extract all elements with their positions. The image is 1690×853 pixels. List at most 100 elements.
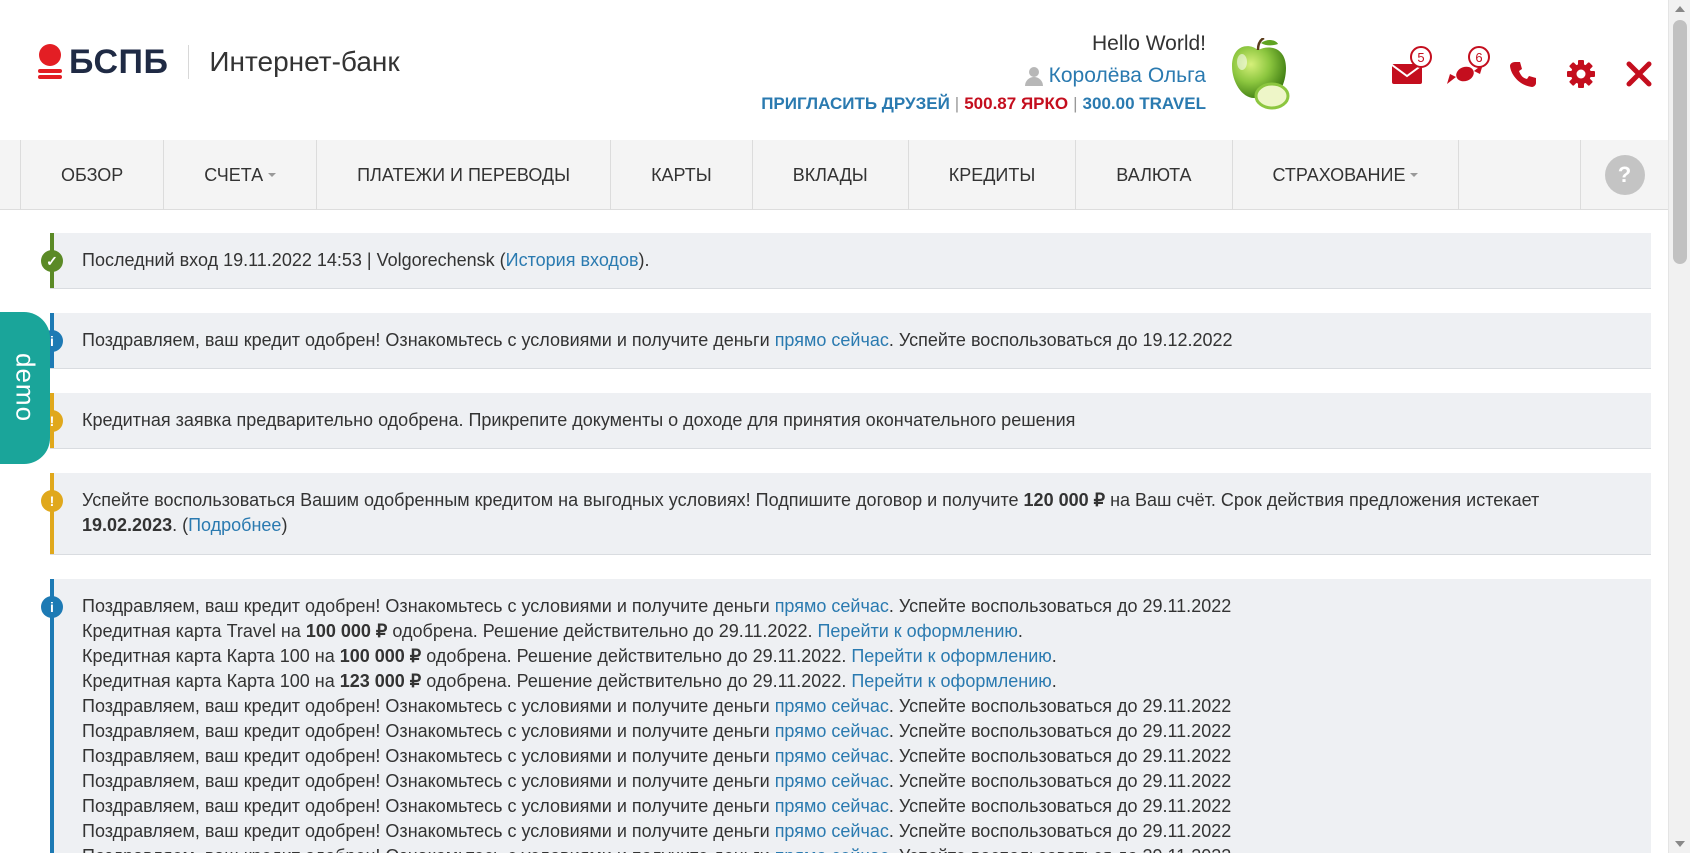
credit-offer-alert: ! Успейте воспользоваться Вашим одобренн… bbox=[41, 473, 1651, 555]
nav-item-cards[interactable]: КАРТЫ bbox=[610, 140, 752, 210]
caret-down-icon bbox=[1410, 173, 1419, 177]
help-button[interactable]: ? bbox=[1604, 155, 1645, 195]
nav-label: ПЛАТЕЖИ И ПЕРЕВОДЫ bbox=[357, 164, 571, 185]
main-nav: ОБЗОР СЧЕТА ПЛАТЕЖИ И ПЕРЕВОДЫ КАРТЫ ВКЛ… bbox=[0, 140, 1668, 210]
nav-item-overview[interactable]: ОБЗОР bbox=[20, 140, 163, 210]
card-amount: 100 000 ₽ bbox=[339, 646, 422, 666]
gear-icon bbox=[1567, 60, 1595, 88]
list-item: Поздравляем, ваш кредит одобрен! Ознаком… bbox=[82, 694, 1631, 719]
offers-button[interactable]: 6 bbox=[1436, 46, 1494, 96]
close-icon bbox=[1626, 61, 1652, 87]
page-scrollbar[interactable] bbox=[1668, 0, 1690, 853]
scroll-down-arrow-icon[interactable] bbox=[1675, 841, 1685, 847]
messages-button[interactable]: 5 bbox=[1378, 46, 1436, 96]
list-item: Кредитная карта Карта 100 на 123 000 ₽ о… bbox=[82, 669, 1631, 694]
yarko-balance-link[interactable]: 500.87 ЯРКО bbox=[964, 94, 1068, 113]
logo-mark-icon bbox=[38, 42, 62, 82]
card-amount: 123 000 ₽ bbox=[339, 671, 422, 691]
alert-text: . Успейте воспользоваться до 29.11.2022 bbox=[888, 771, 1232, 791]
nav-label: КАРТЫ bbox=[651, 164, 712, 185]
alert-text: Поздравляем, ваш кредит одобрен! Ознаком… bbox=[82, 796, 775, 816]
alert-text: на Ваш счёт. Срок действия предложения и… bbox=[1105, 490, 1540, 510]
alert-text: Поздравляем, ваш кредит одобрен! Ознаком… bbox=[82, 821, 775, 841]
nav-label: СТРАХОВАНИЕ bbox=[1272, 164, 1406, 185]
messages-badge: 5 bbox=[1410, 46, 1432, 68]
nav-label: ОБЗОР bbox=[61, 164, 124, 185]
card-amount: 100 000 ₽ bbox=[305, 621, 388, 641]
nav-item-credits[interactable]: КРЕДИТЫ bbox=[907, 140, 1076, 210]
alert-text: . Успейте воспользоваться до 29.11.2022 bbox=[888, 596, 1232, 616]
bank-logo[interactable]: БСПБ Интернет-банк bbox=[38, 42, 400, 82]
scrollbar-thumb[interactable] bbox=[1673, 20, 1687, 264]
get-money-now-link[interactable]: прямо сейчас bbox=[775, 796, 889, 816]
more-details-link[interactable]: Подробнее bbox=[188, 515, 281, 535]
get-money-now-link[interactable]: прямо сейчас bbox=[775, 721, 889, 741]
demo-label: demo bbox=[10, 353, 41, 423]
separator: | bbox=[1073, 94, 1078, 113]
warning-icon: ! bbox=[41, 490, 63, 512]
alert-text: . bbox=[1017, 621, 1023, 641]
nav-item-deposits[interactable]: ВКЛАДЫ bbox=[751, 140, 908, 210]
settings-button[interactable] bbox=[1552, 52, 1610, 96]
list-item: Поздравляем, ваш кредит одобрен! Ознаком… bbox=[82, 769, 1631, 794]
list-item: Поздравляем, ваш кредит одобрен! Ознаком… bbox=[82, 794, 1631, 819]
get-money-now-link[interactable]: прямо сейчас bbox=[775, 771, 889, 791]
alert-text: Кредитная карта Карта 100 на bbox=[82, 646, 340, 666]
get-money-now-link[interactable]: прямо сейчас bbox=[775, 821, 889, 841]
preapproved-alert: ! Кредитная заявка предварительно одобре… bbox=[41, 393, 1651, 449]
offers-list-alert: i Поздравляем, ваш кредит одобрен! Ознак… bbox=[41, 579, 1651, 853]
alert-text: . Успейте воспользоваться до 29.11.2022 bbox=[888, 821, 1232, 841]
travel-balance-link[interactable]: 300.00 TRAVEL bbox=[1083, 94, 1206, 113]
login-history-link[interactable]: История входов bbox=[506, 250, 639, 270]
alert-text: . Успейте воспользоваться до 29.11.2022 bbox=[888, 796, 1232, 816]
get-money-now-link[interactable]: прямо сейчас bbox=[775, 746, 889, 766]
greeting: Hello World! bbox=[1092, 32, 1206, 55]
get-money-now-link[interactable]: прямо сейчас bbox=[775, 846, 889, 853]
logo-subtitle: Интернет-банк bbox=[209, 46, 400, 77]
caret-down-icon bbox=[268, 173, 277, 177]
alert-text: Кредитная карта Travel на bbox=[82, 621, 306, 641]
logo-divider bbox=[188, 45, 190, 79]
offer-amount: 120 000 ₽ bbox=[1023, 490, 1106, 510]
list-item: Кредитная карта Карта 100 на 100 000 ₽ о… bbox=[82, 644, 1631, 669]
user-block: Hello World! Королёва Ольга ПРИГЛАСИТЬ Д… bbox=[761, 32, 1206, 114]
alert-text: ). bbox=[638, 250, 650, 270]
get-money-now-link[interactable]: прямо сейчас bbox=[775, 330, 889, 350]
apply-card-link[interactable]: Перейти к оформлению bbox=[851, 646, 1051, 666]
list-item: Поздравляем, ваш кредит одобрен! Ознаком… bbox=[82, 819, 1631, 844]
list-item: Поздравляем, ваш кредит одобрен! Ознаком… bbox=[82, 844, 1631, 853]
logout-button[interactable] bbox=[1610, 52, 1668, 96]
invite-friends-link[interactable]: ПРИГЛАСИТЬ ДРУЗЕЙ bbox=[761, 94, 950, 113]
credit-approved-alert: i Поздравляем, ваш кредит одобрен! Ознак… bbox=[41, 313, 1651, 369]
alert-text: Поздравляем, ваш кредит одобрен! Ознаком… bbox=[82, 746, 775, 766]
nav-item-insurance[interactable]: СТРАХОВАНИЕ bbox=[1231, 140, 1460, 210]
nav-label: ВАЛЮТА bbox=[1116, 164, 1192, 185]
offer-expiry-date: 19.02.2023 bbox=[82, 515, 173, 535]
alert-text: . bbox=[1051, 671, 1057, 691]
check-icon: ✓ bbox=[41, 250, 63, 272]
get-money-now-link[interactable]: прямо сейчас bbox=[775, 596, 889, 616]
apply-card-link[interactable]: Перейти к оформлению bbox=[851, 671, 1051, 691]
alert-text: Поздравляем, ваш кредит одобрен! Ознаком… bbox=[82, 846, 775, 853]
nav-item-accounts[interactable]: СЧЕТА bbox=[163, 140, 316, 210]
apply-card-link[interactable]: Перейти к оформлению bbox=[817, 621, 1017, 641]
info-icon: i bbox=[41, 596, 63, 618]
call-button[interactable] bbox=[1494, 52, 1552, 96]
list-item: Поздравляем, ваш кредит одобрен! Ознаком… bbox=[82, 744, 1631, 769]
alert-stripe bbox=[50, 473, 54, 554]
nav-item-payments[interactable]: ПЛАТЕЖИ И ПЕРЕВОДЫ bbox=[316, 140, 610, 210]
bonus-links: ПРИГЛАСИТЬ ДРУЗЕЙ | 500.87 ЯРКО | 300.00 TRA… bbox=[761, 94, 1206, 114]
alert-text: . ( bbox=[172, 515, 189, 535]
nav-label: ВКЛАДЫ bbox=[792, 164, 868, 185]
user-profile-link[interactable]: Королёва Ольга bbox=[761, 60, 1206, 92]
demo-tab[interactable]: demo bbox=[0, 312, 50, 464]
list-item: Кредитная карта Travel на 100 000 ₽ одоб… bbox=[82, 619, 1631, 644]
green-apple-icon[interactable] bbox=[1228, 38, 1290, 110]
alert-text: одобрена. Решение действительно до 29.11… bbox=[387, 621, 818, 641]
nav-item-currency[interactable]: ВАЛЮТА bbox=[1075, 140, 1231, 210]
last-login-alert: ✓ Последний вход 19.11.2022 14:53 | Volg… bbox=[41, 233, 1651, 289]
nav-label: СЧЕТА bbox=[204, 164, 264, 185]
alert-text: Поздравляем, ваш кредит одобрен! Ознаком… bbox=[82, 596, 775, 616]
get-money-now-link[interactable]: прямо сейчас bbox=[775, 696, 889, 716]
scroll-up-arrow-icon[interactable] bbox=[1675, 6, 1685, 12]
